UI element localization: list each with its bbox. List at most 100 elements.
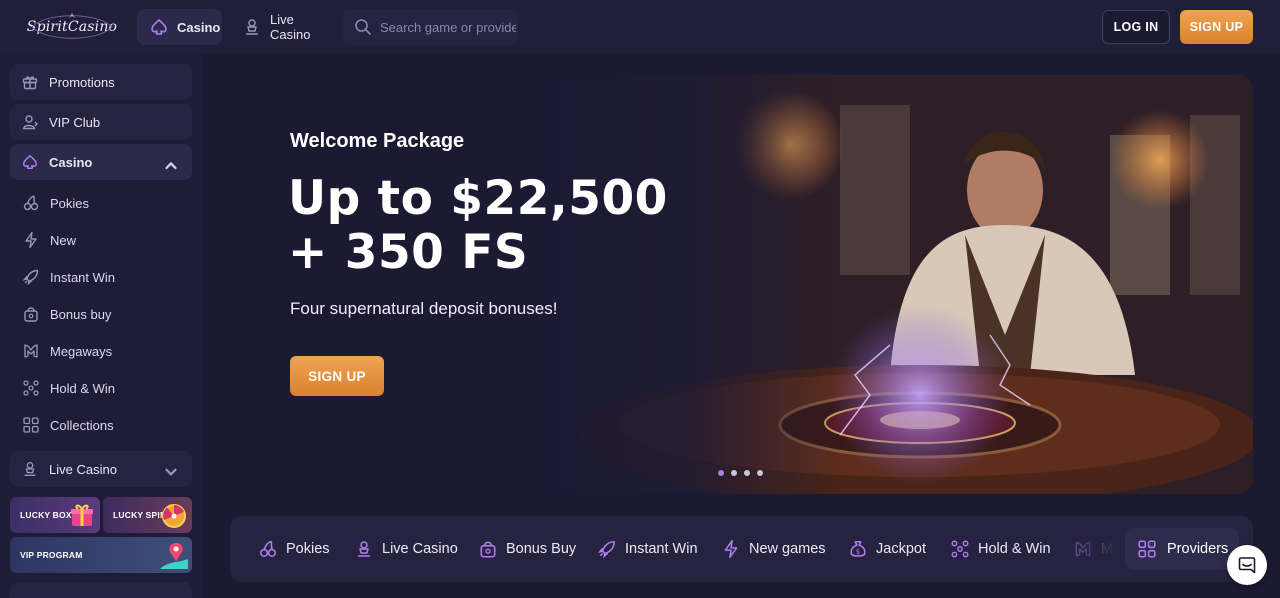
gift-box-icon (71, 504, 93, 526)
sidebar-item-label: Live Casino (49, 461, 117, 477)
wheel-icon (162, 504, 186, 528)
category-bar: Pokies Live Casino Bonus Buy Instant Win… (230, 516, 1253, 582)
dealer-icon (246, 19, 258, 35)
chevron-up-icon[interactable] (162, 156, 180, 174)
sidebar-sub-new[interactable]: New (22, 225, 192, 255)
megaways-icon (24, 344, 38, 358)
sidebar-item-label: VIP Club (49, 114, 101, 130)
sidebar-sub-instant-win[interactable]: Instant Win (22, 262, 192, 292)
gift-icon (22, 76, 38, 90)
sidebar-sub-label: Megaways (50, 343, 113, 359)
sidebar-sub-label: New (50, 232, 77, 248)
sidebar-next-item (10, 582, 192, 598)
providers-label: Providers (1167, 541, 1229, 557)
dots-grid-icon (23, 380, 39, 396)
rocket-icon (597, 541, 615, 559)
sidebar-item-promotions[interactable]: Promotions (10, 64, 192, 100)
nav-casino[interactable]: Casino (137, 9, 222, 45)
sidebar-item-label: Promotions (49, 74, 115, 90)
category-label: Live Casino (382, 541, 458, 557)
sidebar-item-live-casino[interactable]: Live Casino (10, 451, 192, 487)
category-label: Pokies (286, 541, 330, 557)
svg-text:$: $ (856, 548, 860, 556)
spade-icon (151, 19, 167, 35)
providers-button[interactable]: Providers (1125, 528, 1239, 570)
category-label: New games (749, 541, 826, 557)
search-icon (355, 19, 371, 35)
banner-eyebrow: Welcome Package (290, 130, 465, 152)
chat-icon (1238, 557, 1256, 574)
carousel-dot-3[interactable] (744, 470, 750, 476)
welcome-banner[interactable]: Welcome Package Up to $22,500 + 350 FS F… (230, 75, 1253, 494)
category-label: Hold & Win (978, 541, 1051, 557)
dealer-icon (358, 541, 370, 557)
nav-live-casino[interactable]: Live Casino (230, 9, 336, 45)
dots-grid-icon (951, 540, 969, 558)
category-live-casino[interactable]: Live Casino (354, 516, 458, 582)
banner-signup-button[interactable]: SIGN UP (290, 356, 384, 396)
logo-ornament-icon (31, 13, 113, 39)
carousel-dot-2[interactable] (731, 470, 737, 476)
category-jackpot[interactable]: $ Jackpot (848, 516, 926, 582)
map-pin-icon (160, 543, 188, 569)
promo-card-label: LUCKY SPIN (113, 510, 167, 520)
sidebar-sub-pokies[interactable]: Pokies (22, 188, 192, 218)
carousel-dot-4[interactable] (757, 470, 763, 476)
category-hold-win[interactable]: Hold & Win (950, 516, 1051, 582)
bag-icon (480, 541, 496, 558)
top-header: SpiritCasino Casino Live Casino LOG IN S… (0, 0, 1280, 54)
chevron-down-icon[interactable] (162, 463, 180, 481)
signup-button-header[interactable]: SIGN UP (1180, 10, 1253, 44)
lightning-icon (724, 539, 738, 559)
brand-logo[interactable]: SpiritCasino (26, 10, 118, 44)
nav-casino-label: Casino (177, 19, 221, 35)
rocket-icon (22, 269, 39, 286)
sidebar-sub-label: Bonus buy (50, 306, 112, 322)
sidebar-sub-hold-win[interactable]: Hold & Win (22, 373, 192, 403)
sidebar-sub-label: Instant Win (50, 269, 116, 285)
promo-card-label: VIP PROGRAM (20, 550, 83, 560)
sidebar-sub-label: Collections (50, 417, 114, 433)
promo-card-label: LUCKY BOX (20, 510, 72, 520)
promo-card-vip-program[interactable]: VIP PROGRAM (10, 537, 192, 573)
carousel-dot-1[interactable] (718, 470, 724, 476)
banner-title: Up to $22,500 + 350 FS (288, 172, 768, 280)
promo-card-lucky-spin[interactable]: LUCKY SPIN (103, 497, 192, 533)
promo-card-lucky-box[interactable]: LUCKY BOX (10, 497, 100, 533)
lightning-icon (25, 231, 37, 249)
banner-subtitle: Four supernatural deposit bonuses! (290, 299, 558, 318)
sidebar-sub-label: Hold & Win (50, 380, 116, 396)
category-pokies[interactable]: Pokies (258, 516, 330, 582)
money-bag-icon: $ (850, 541, 866, 557)
category-label: Bonus Buy (506, 541, 577, 557)
banner-title-line-2: + 350 FS (288, 225, 529, 280)
carousel-dots (718, 470, 763, 476)
banner-title-line-1: Up to $22,500 (288, 171, 668, 226)
sidebar-sub-bonus-buy[interactable]: Bonus buy (22, 299, 192, 329)
sidebar-sub-label: Pokies (50, 195, 90, 211)
user-badge-icon (22, 115, 38, 130)
sidebar-item-vip-club[interactable]: VIP Club (10, 104, 192, 140)
live-chat-button[interactable] (1227, 545, 1267, 585)
category-instant-win[interactable]: Instant Win (597, 516, 698, 582)
sidebar-sub-collections[interactable]: Collections (22, 410, 192, 440)
login-button[interactable]: LOG IN (1102, 10, 1170, 44)
collections-icon (1138, 540, 1156, 558)
sidebar-sub-megaways[interactable]: Megaways (22, 336, 192, 366)
cherries-icon (260, 540, 276, 557)
category-scroll-fade (1070, 516, 1130, 582)
sidebar-item-label: Casino (49, 154, 93, 170)
category-bonus-buy[interactable]: Bonus Buy (478, 516, 576, 582)
search-bar[interactable] (342, 9, 518, 45)
cherries-icon (23, 195, 39, 211)
collections-icon (23, 417, 39, 433)
sidebar-item-casino[interactable]: Casino (10, 144, 192, 180)
dealer-icon (24, 462, 36, 476)
category-label: Instant Win (625, 541, 698, 557)
search-input[interactable] (380, 19, 516, 35)
category-new-games[interactable]: New games (721, 516, 826, 582)
spade-icon (22, 154, 38, 170)
nav-live-casino-label: Live Casino (270, 12, 311, 42)
bag-icon (24, 307, 38, 322)
category-label: Jackpot (876, 541, 926, 557)
